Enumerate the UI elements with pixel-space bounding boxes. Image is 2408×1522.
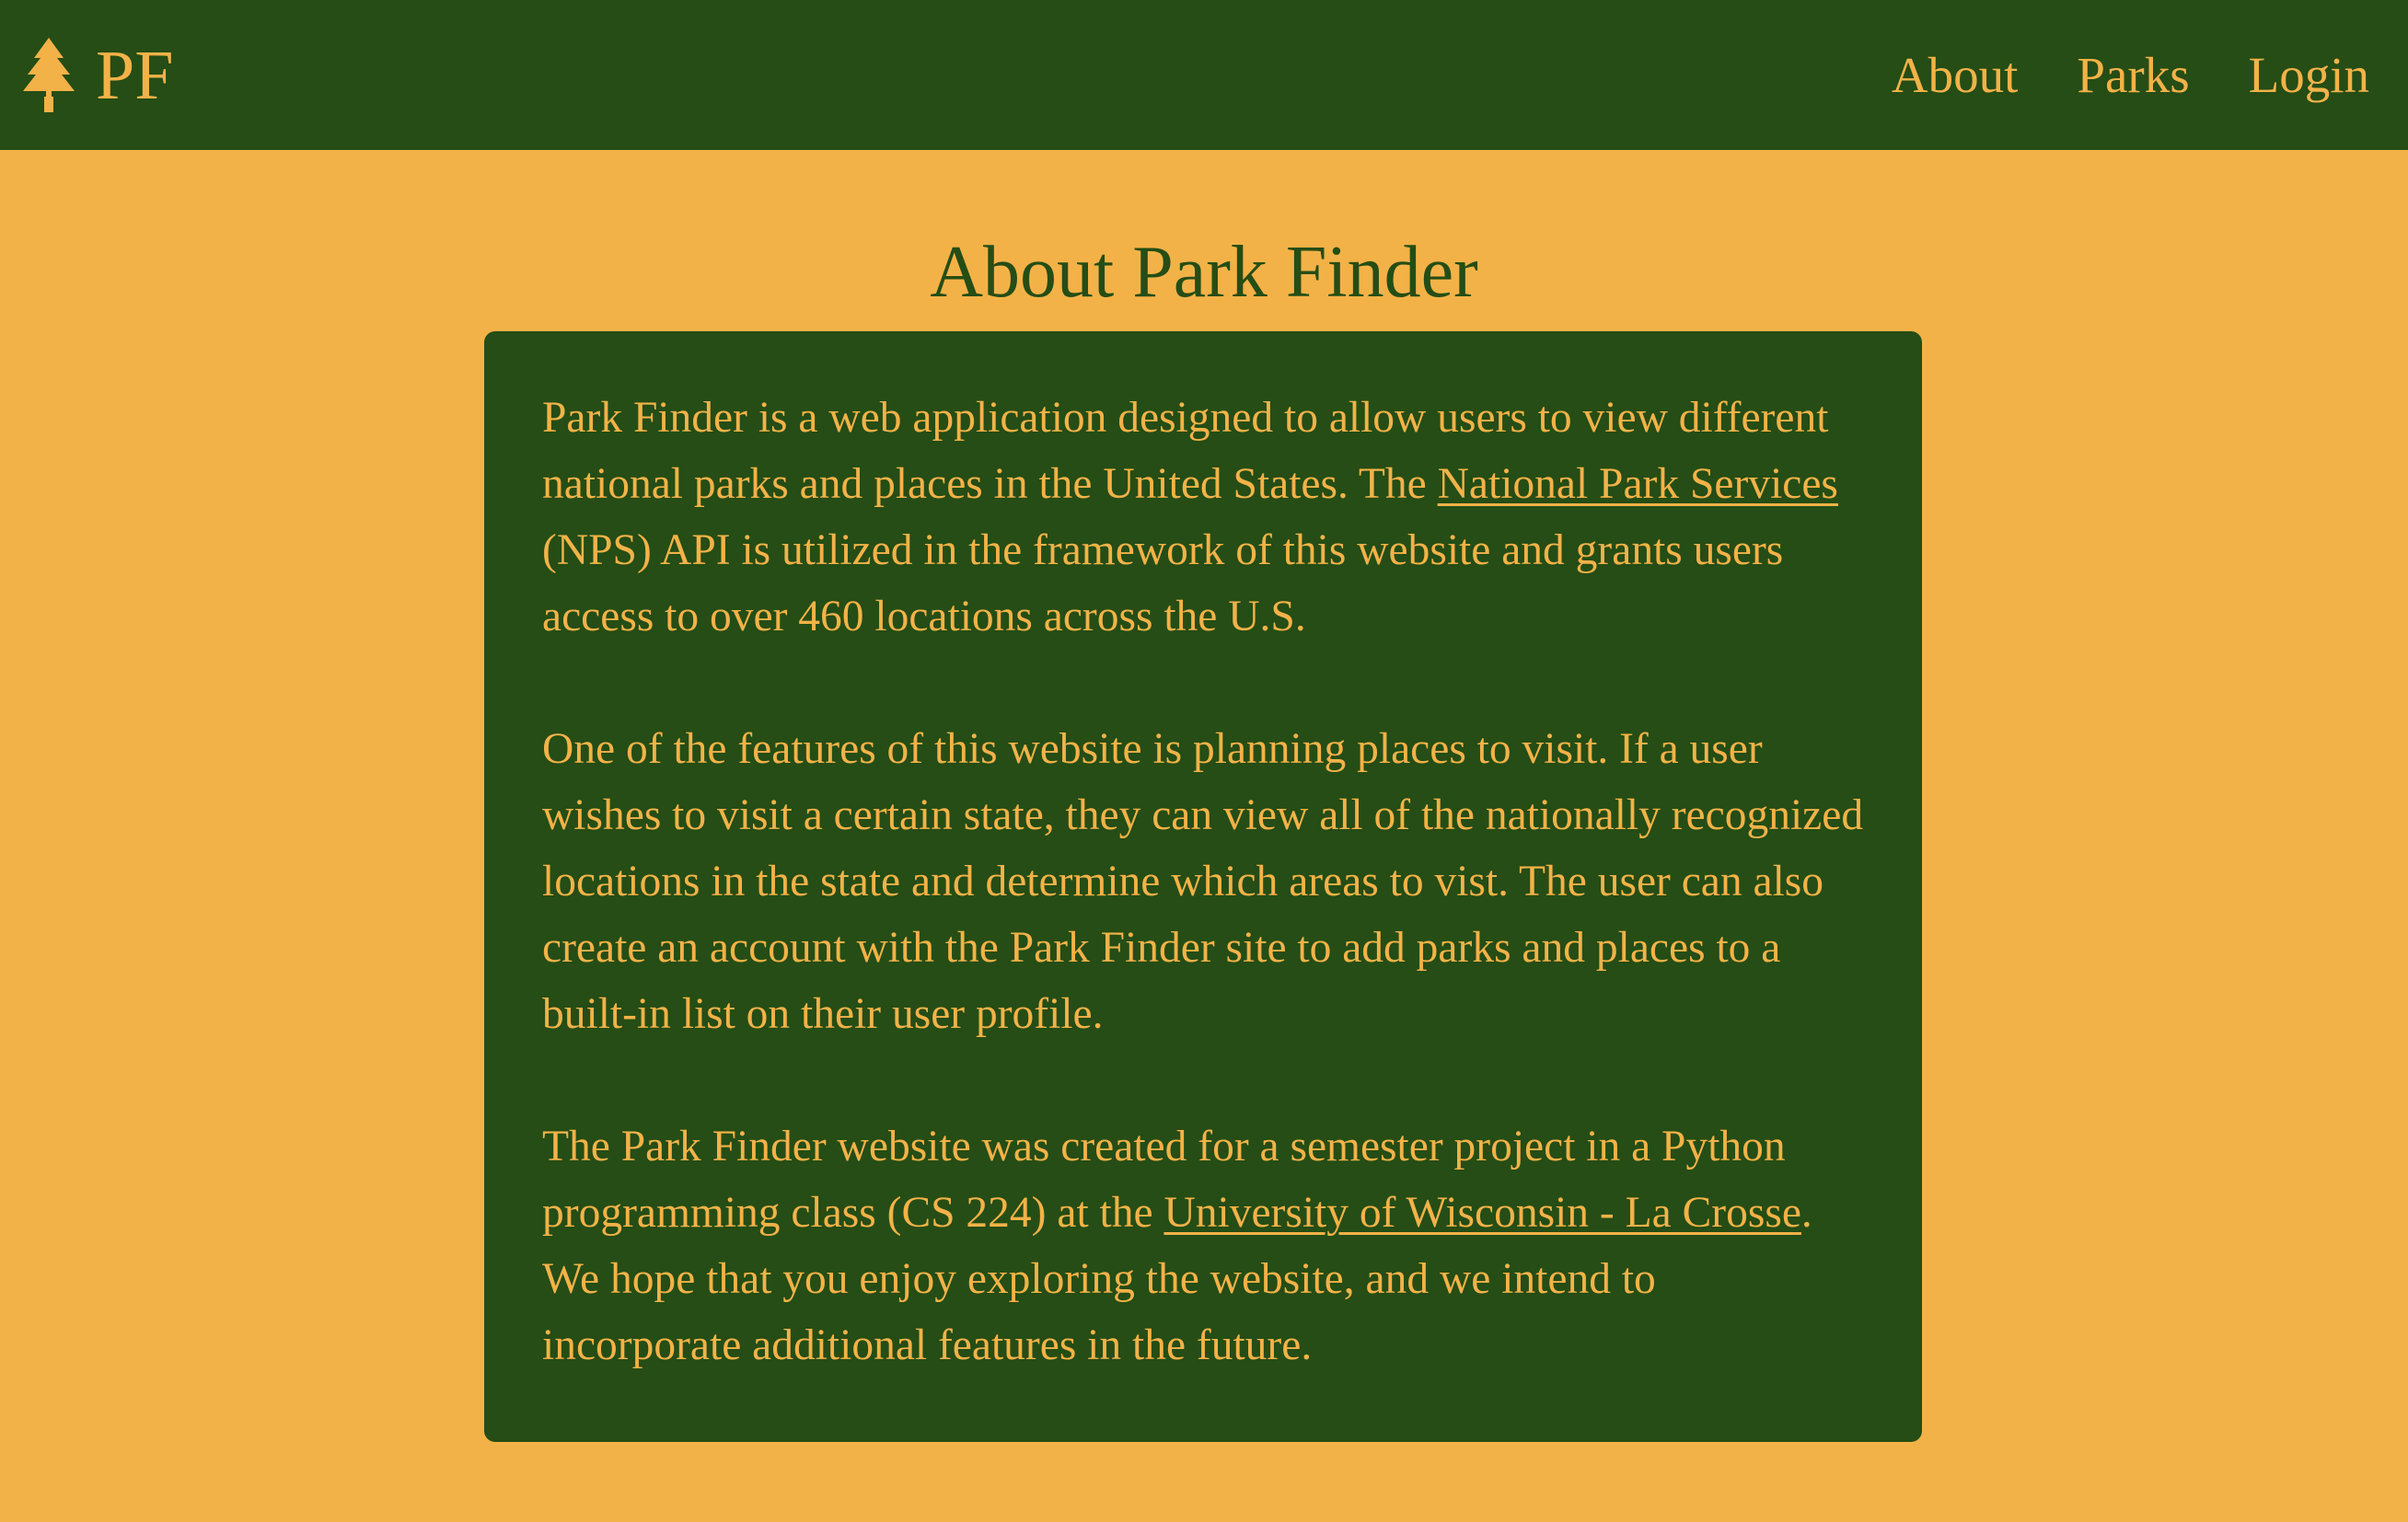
nav-link-login[interactable]: Login: [2249, 50, 2369, 100]
national-park-services-link[interactable]: National Park Services: [1438, 460, 1838, 508]
about-paragraph-features: One of the features of this website is p…: [542, 725, 1864, 1038]
about-paragraph-intro: Park Finder is a web application designe…: [542, 385, 1865, 650]
page-title: About Park Finder: [930, 232, 1478, 313]
tree-icon: [23, 37, 75, 112]
nav-link-about[interactable]: About: [1892, 50, 2019, 100]
brand-text: PF: [96, 36, 174, 114]
uw-la-crosse-link[interactable]: University of Wisconsin - La Crosse: [1163, 1189, 1800, 1237]
intro-text-end: (NPS) API is utilized in the framework o…: [542, 526, 1784, 640]
nav-link-parks[interactable]: Parks: [2077, 50, 2189, 100]
navbar: PF About Parks Login: [0, 0, 2408, 150]
brand-home-link[interactable]: PF: [20, 36, 174, 114]
nav-links: About Parks Login: [1833, 50, 2369, 100]
about-paragraph-credits: The Park Finder website was created for …: [542, 1113, 1865, 1378]
about-card: Park Finder is a web application designe…: [484, 331, 1922, 1442]
